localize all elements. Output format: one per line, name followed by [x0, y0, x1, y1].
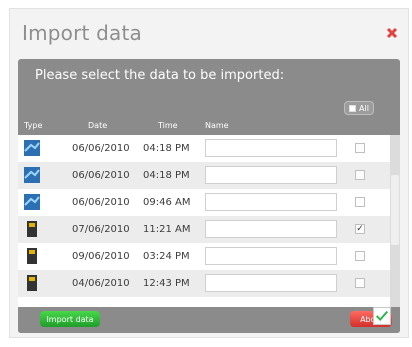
row-checkbox[interactable] — [355, 197, 365, 207]
name-input[interactable] — [205, 166, 337, 184]
row-checkbox[interactable] — [355, 170, 365, 180]
date-cell: 04/06/2010 — [72, 278, 130, 289]
table-row[interactable]: 06/06/2010 04:18 PM — [18, 135, 390, 162]
import-dialog: Import data Please select the data to be… — [9, 8, 409, 338]
time-column-header: Time — [158, 121, 178, 130]
name-input[interactable] — [205, 220, 337, 238]
dialog-title: Import data — [22, 21, 142, 45]
map-icon — [24, 194, 40, 210]
scrollbar-thumb[interactable] — [391, 175, 399, 245]
row-checkbox[interactable] — [355, 278, 365, 288]
dialog-footer: Import data Abort — [18, 307, 400, 333]
map-icon — [24, 140, 40, 156]
sd-card-icon — [27, 275, 37, 291]
date-cell: 06/06/2010 — [72, 197, 130, 208]
table-row[interactable]: 04/06/2010 12:43 PM — [18, 270, 390, 297]
table-row[interactable]: 06/06/2010 04:18 PM — [18, 162, 390, 189]
time-cell: 03:24 PM — [143, 251, 190, 262]
time-cell: 09:46 AM — [143, 197, 191, 208]
vertical-scrollbar[interactable] — [390, 135, 400, 307]
type-column-header: Type — [24, 121, 43, 130]
name-input[interactable] — [205, 247, 337, 265]
content-panel: Please select the data to be imported: A… — [18, 59, 400, 333]
sd-card-icon — [27, 248, 37, 264]
table-row[interactable]: 07/06/2010 11:21 AM ✓ — [18, 216, 390, 243]
time-cell: 12:43 PM — [143, 278, 190, 289]
close-icon[interactable] — [386, 27, 398, 39]
name-input[interactable] — [205, 193, 337, 211]
time-cell: 04:18 PM — [143, 170, 190, 181]
table-row[interactable]: 09/06/2010 03:24 PM — [18, 243, 390, 270]
sd-card-icon — [27, 221, 37, 237]
green-check-icon — [373, 307, 391, 325]
map-icon — [24, 167, 40, 183]
row-checkbox[interactable] — [355, 143, 365, 153]
data-table[interactable]: 06/06/2010 04:18 PM 06/06/2010 04:18 PM — [18, 135, 400, 307]
select-all-checkbox[interactable]: All — [344, 101, 374, 115]
instruction-text: Please select the data to be imported: — [35, 68, 285, 83]
date-cell: 09/06/2010 — [72, 251, 130, 262]
date-cell: 06/06/2010 — [72, 170, 130, 181]
import-data-button[interactable]: Import data — [40, 311, 100, 327]
name-input[interactable] — [205, 274, 337, 292]
date-cell: 06/06/2010 — [72, 143, 130, 154]
name-column-header: Name — [205, 121, 229, 130]
time-cell: 11:21 AM — [143, 224, 191, 235]
date-cell: 07/06/2010 — [72, 224, 130, 235]
select-all-box — [349, 104, 357, 112]
table-row[interactable]: 06/06/2010 09:46 AM — [18, 189, 390, 216]
select-all-label: All — [359, 103, 369, 113]
row-checkbox[interactable] — [355, 251, 365, 261]
row-checkbox-checked[interactable]: ✓ — [355, 224, 365, 234]
time-cell: 04:18 PM — [143, 143, 190, 154]
table-header: Type Date Time Name — [18, 117, 400, 135]
name-input[interactable] — [205, 139, 337, 157]
date-column-header: Date — [88, 121, 108, 130]
